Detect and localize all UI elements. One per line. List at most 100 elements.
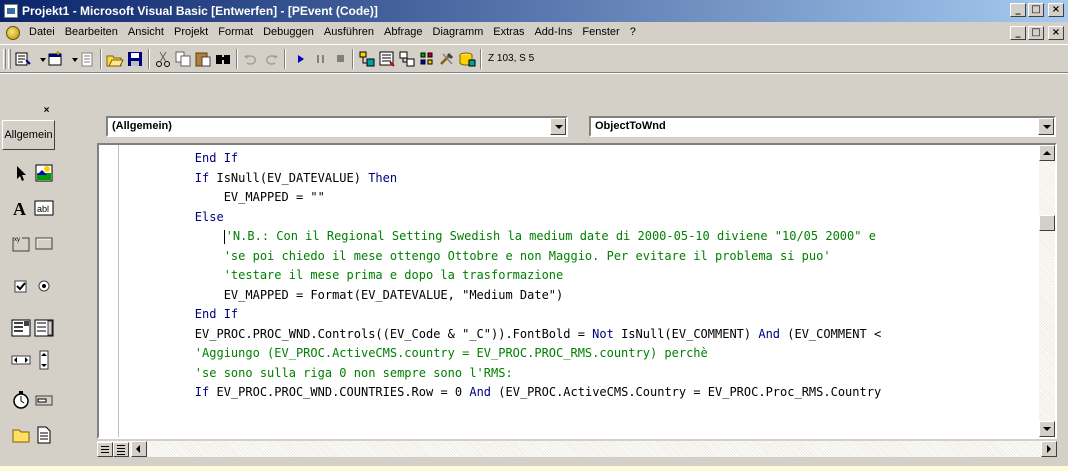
scroll-thumb[interactable] — [1039, 215, 1055, 231]
run-icon[interactable] — [292, 50, 310, 68]
vertical-scrollbar[interactable] — [1039, 145, 1055, 437]
toolbar-grip[interactable] — [8, 49, 11, 69]
child-restore-button[interactable]: □ — [1028, 26, 1044, 40]
cursor-position: Z 103, S 5 — [488, 53, 535, 64]
menu-item-diagramm[interactable]: Diagramm — [428, 26, 489, 38]
code-token: IsNull(EV_DATEVALUE) — [216, 170, 369, 185]
form-layout-icon[interactable] — [398, 50, 416, 68]
dirlistbox-icon[interactable] — [11, 425, 31, 445]
chevron-down-icon[interactable] — [66, 50, 78, 68]
code-line[interactable]: 'se poi chiedo il mese ottengo Ottobre e… — [137, 247, 1039, 267]
redo-icon[interactable] — [262, 50, 280, 68]
menu-item-ansicht[interactable]: Ansicht — [123, 26, 169, 38]
code-line[interactable]: EV_MAPPED = Format(EV_DATEVALUE, "Medium… — [137, 286, 1039, 306]
picturebox-icon[interactable] — [34, 163, 54, 183]
scroll-down-button[interactable] — [1039, 421, 1055, 437]
code-text[interactable]: End If If IsNull(EV_DATEVALUE) Then EV_M… — [137, 149, 1039, 437]
optionbutton-icon[interactable] — [34, 276, 54, 296]
paste-icon[interactable] — [194, 50, 212, 68]
code-window-icon[interactable] — [6, 26, 20, 40]
child-close-button[interactable]: × — [1048, 26, 1064, 40]
toolbox-icon[interactable] — [438, 50, 456, 68]
timer-icon[interactable] — [11, 390, 31, 410]
project-explorer-icon[interactable] — [358, 50, 376, 68]
commandbutton-icon[interactable] — [34, 233, 54, 253]
menu-item-abfrage[interactable]: Abfrage — [379, 26, 428, 38]
code-token: (EV_PROC.ActiveCMS.Country = EV_PROC.Pro… — [491, 385, 882, 399]
scroll-right-button[interactable] — [1041, 441, 1057, 457]
object-browser-icon[interactable] — [418, 50, 436, 68]
menu-item-bearbeiten[interactable]: Bearbeiten — [60, 26, 123, 38]
code-line[interactable]: End If — [137, 305, 1039, 325]
find-icon[interactable] — [214, 50, 232, 68]
properties-icon[interactable] — [378, 50, 396, 68]
code-line[interactable]: If EV_PROC.PROC_WND.COUNTRIES.Row = 0 An… — [137, 383, 1039, 403]
menu-item-help[interactable]: ? — [625, 26, 641, 38]
combobox-icon[interactable] — [11, 318, 31, 338]
code-token: IsNull(EV_COMMENT) — [613, 326, 759, 341]
chevron-down-icon[interactable] — [1038, 118, 1054, 135]
label-icon[interactable]: A — [11, 198, 31, 219]
toolbox-tab-general[interactable]: Allgemein — [2, 120, 55, 150]
full-module-view-icon[interactable] — [113, 442, 129, 457]
filelistbox-icon[interactable] — [34, 425, 54, 445]
vscrollbar-icon[interactable] — [34, 350, 54, 370]
checkbox-icon[interactable] — [11, 276, 31, 296]
menu-item-fenster[interactable]: Fenster — [577, 26, 624, 38]
drivelistbox-icon[interactable] — [34, 390, 54, 410]
chevron-down-icon[interactable] — [34, 50, 46, 68]
data-view-icon[interactable] — [458, 50, 476, 68]
procedure-combo[interactable]: ObjectToWnd — [589, 116, 1056, 137]
child-minimize-button[interactable]: _ — [1010, 26, 1026, 40]
add-form-icon[interactable] — [46, 50, 64, 68]
code-line[interactable]: 'Aggiungo (EV_PROC.ActiveCMS.country = E… — [137, 344, 1039, 364]
pointer-icon[interactable] — [11, 163, 31, 183]
code-line[interactable]: Else — [137, 208, 1039, 228]
menu-item-format[interactable]: Format — [213, 26, 258, 38]
frame-icon[interactable]: xy — [11, 233, 31, 253]
app-icon[interactable] — [4, 4, 18, 18]
toolbox-close-button[interactable]: × — [40, 105, 53, 117]
save-icon[interactable] — [126, 50, 144, 68]
menu-item-debuggen[interactable]: Debuggen — [258, 26, 319, 38]
stop-icon[interactable] — [332, 50, 350, 68]
minimize-button[interactable]: _ — [1010, 3, 1026, 17]
add-project-icon[interactable] — [14, 50, 32, 68]
code-line[interactable]: End If — [137, 149, 1039, 169]
close-button[interactable]: × — [1048, 3, 1064, 17]
code-line[interactable]: 'N.B.: Con il Regional Setting Swedish l… — [137, 227, 1039, 247]
menu-editor-icon[interactable] — [78, 50, 96, 68]
code-keyword: End If — [137, 307, 239, 321]
breakpoint-margin[interactable] — [99, 145, 119, 437]
menu-item-add-ins[interactable]: Add-Ins — [529, 26, 577, 38]
hscrollbar-icon[interactable] — [11, 350, 31, 370]
menu-item-ausf-hren[interactable]: Ausführen — [319, 26, 379, 38]
code-keyword: End If — [137, 151, 239, 165]
break-icon[interactable] — [312, 50, 330, 68]
copy-icon[interactable] — [174, 50, 192, 68]
listbox-icon[interactable] — [34, 318, 54, 338]
chevron-down-icon[interactable] — [550, 118, 566, 135]
cut-icon[interactable] — [154, 50, 172, 68]
code-line[interactable]: EV_MAPPED = "" — [137, 188, 1039, 208]
menu-item-datei[interactable]: Datei — [24, 26, 60, 38]
toolbar-grip[interactable] — [3, 49, 6, 69]
horizontal-scrollbar[interactable] — [97, 440, 1057, 457]
code-line[interactable]: EV_PROC.PROC_WND.Controls((EV_Code & "_C… — [137, 325, 1039, 345]
code-line[interactable]: 'se sono sulla riga 0 non sempre sono l'… — [137, 364, 1039, 384]
open-icon[interactable] — [106, 50, 124, 68]
code-line[interactable]: If IsNull(EV_DATEVALUE) Then — [137, 169, 1039, 189]
object-combo[interactable]: (Allgemein) — [106, 116, 568, 137]
maximize-button[interactable]: □ — [1028, 3, 1044, 17]
scroll-up-button[interactable] — [1039, 145, 1055, 161]
undo-icon[interactable] — [242, 50, 260, 68]
scroll-left-button[interactable] — [131, 441, 147, 457]
procedure-view-icon[interactable] — [97, 442, 113, 457]
menu-item-projekt[interactable]: Projekt — [169, 26, 213, 38]
code-keyword: Else — [137, 209, 224, 224]
code-line[interactable]: 'testare il mese prima e dopo la trasfor… — [137, 266, 1039, 286]
code-token: EV_PROC.PROC_WND.Controls((EV_Code & "_C… — [137, 326, 593, 341]
textbox-icon[interactable]: abl — [34, 198, 54, 218]
menu-item-extras[interactable]: Extras — [488, 26, 529, 38]
code-editor[interactable]: End If If IsNull(EV_DATEVALUE) Then EV_M… — [97, 143, 1057, 439]
